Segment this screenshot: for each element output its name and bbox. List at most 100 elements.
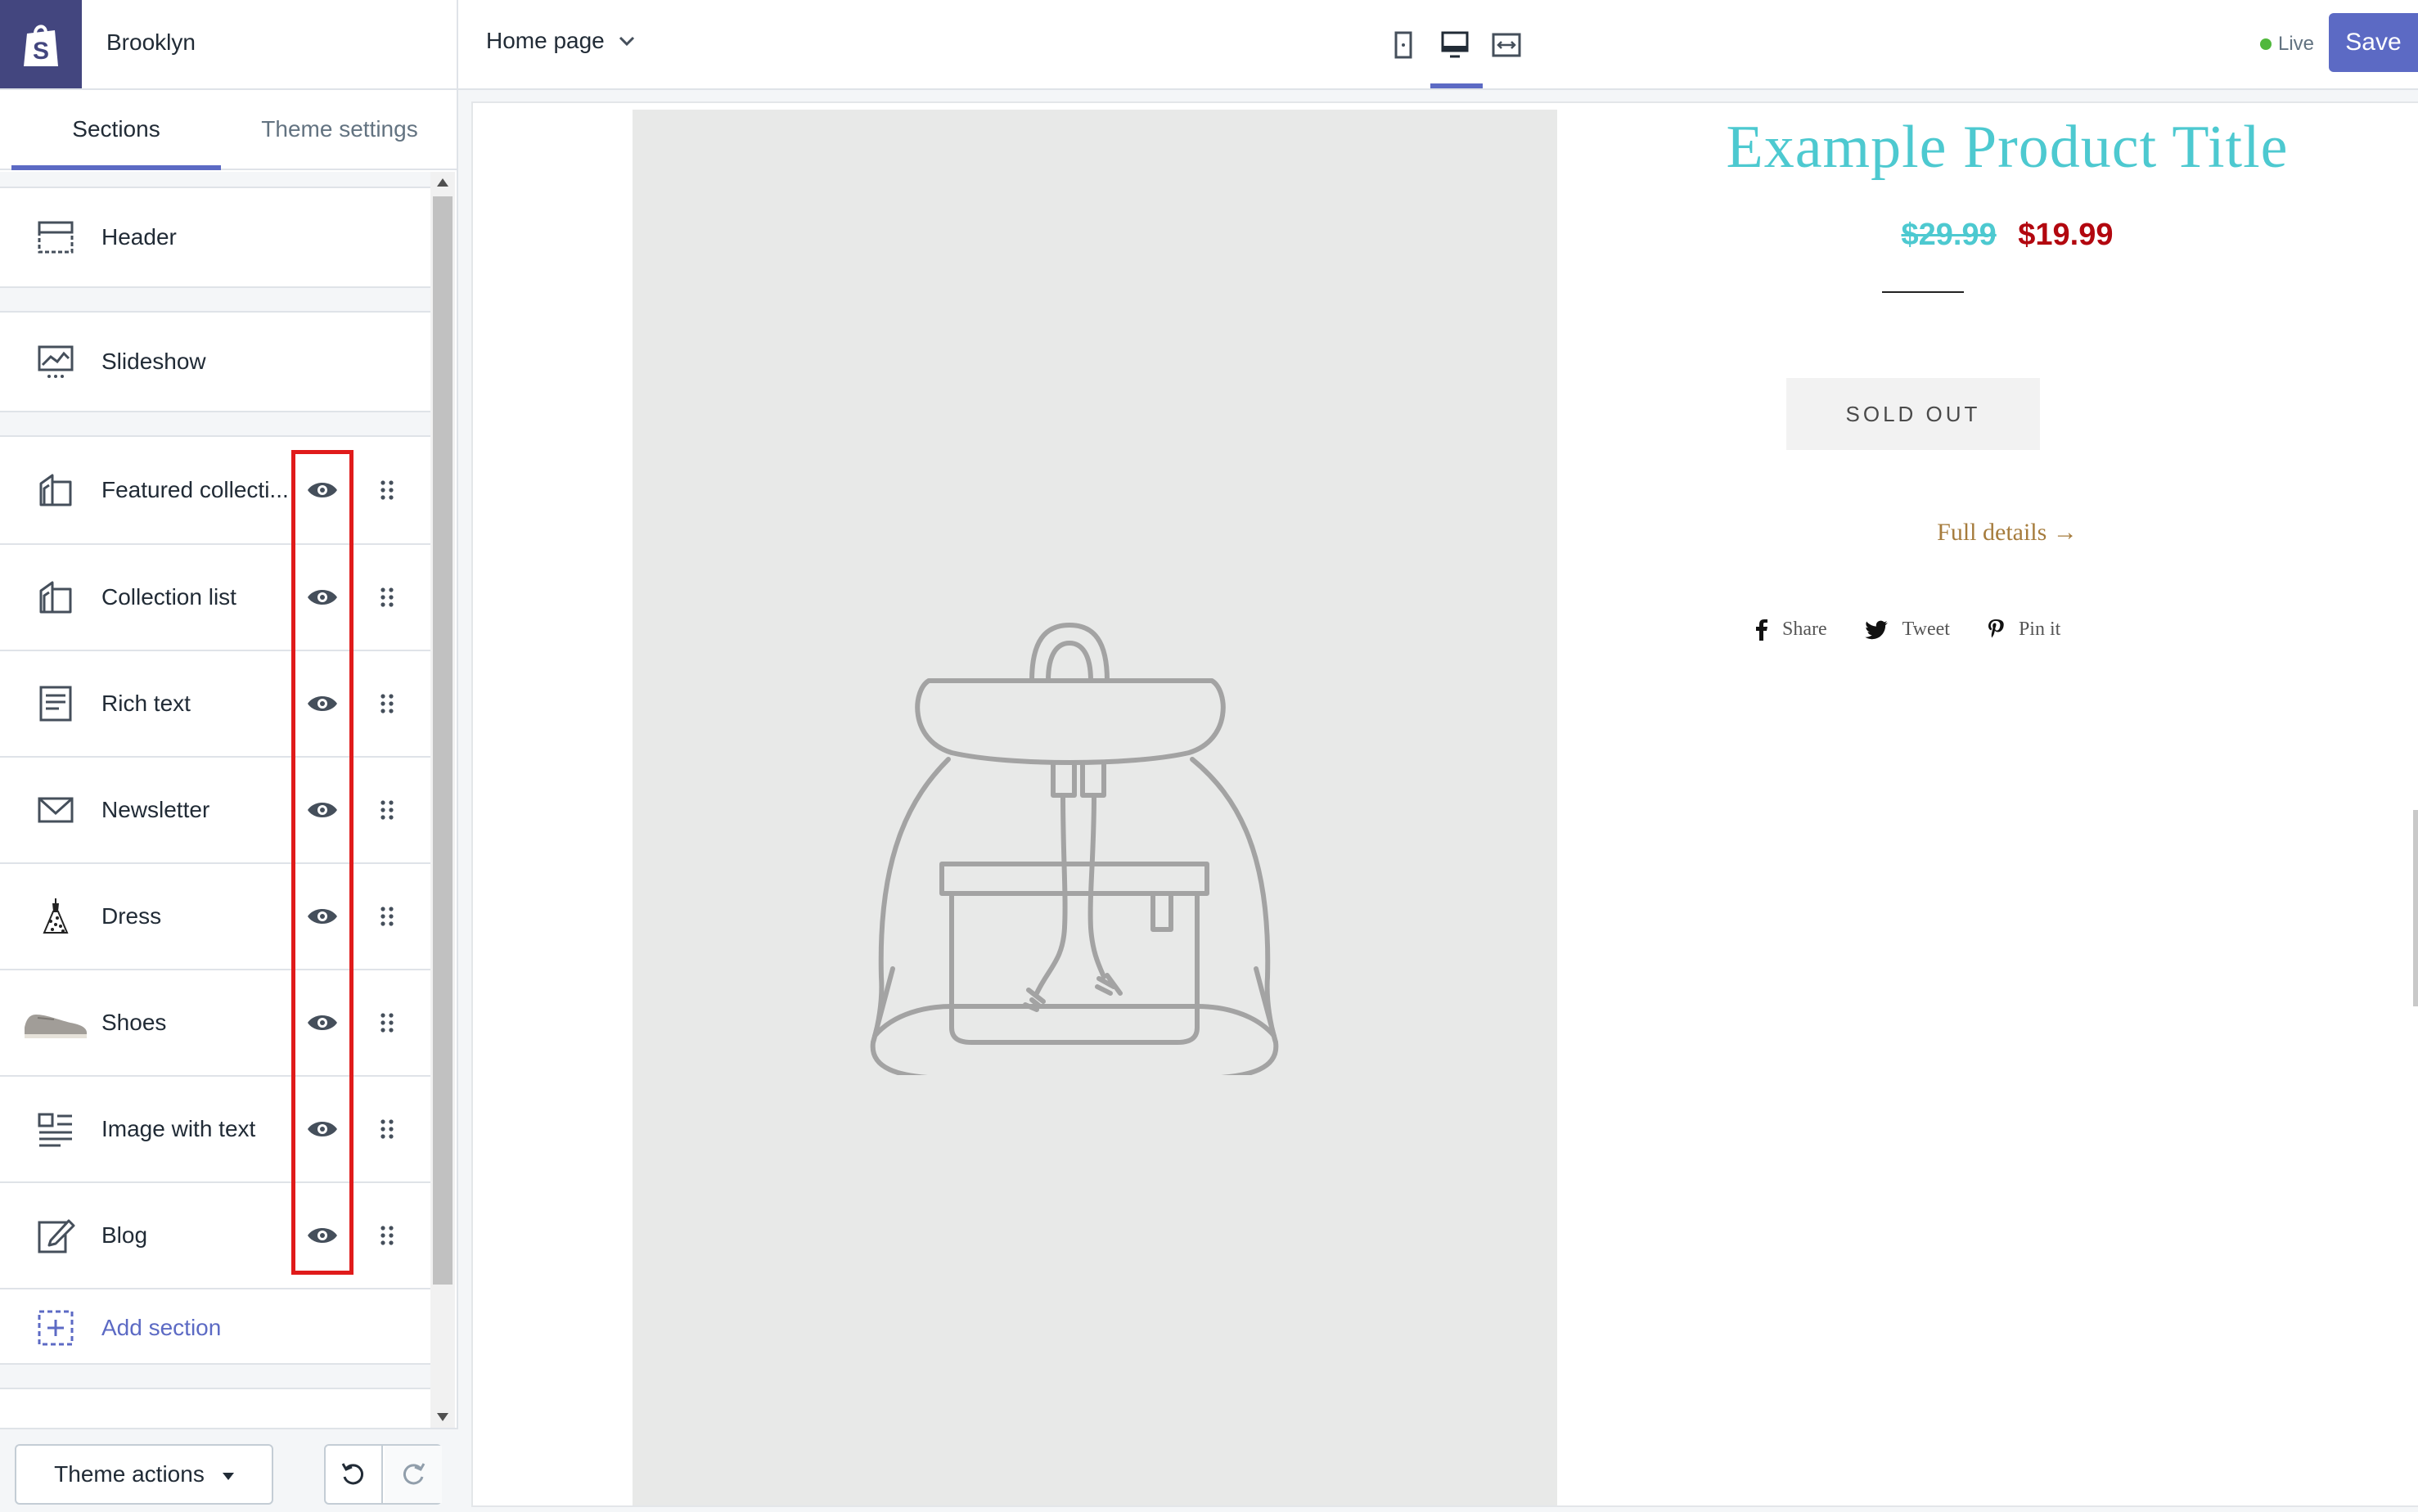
device-mobile-button[interactable] (1383, 25, 1424, 65)
section-row-shoes[interactable]: Shoes (0, 969, 430, 1075)
section-label: Slideshow (101, 349, 206, 374)
active-tab-indicator (11, 165, 221, 170)
scroll-thumb[interactable] (433, 196, 453, 1285)
visibility-eye-icon[interactable] (306, 479, 339, 502)
tab-sections[interactable]: Sections (11, 90, 221, 169)
visibility-eye-icon[interactable] (306, 905, 339, 928)
section-row-dress[interactable]: Dress (0, 862, 430, 969)
backpack-illustration (870, 623, 1279, 1075)
product-title: Example Product Title (1726, 114, 2289, 181)
header-group: Header (0, 187, 430, 288)
section-row-rich-text[interactable]: Rich text (0, 650, 430, 756)
section-label: Featured collecti... (101, 477, 289, 502)
drag-handle-icon[interactable] (378, 1012, 396, 1033)
sidebar-footer: Theme actions (0, 1428, 458, 1512)
svg-text:S: S (33, 38, 49, 65)
tweet-label: Tweet (1902, 619, 1950, 640)
add-section-button[interactable]: Add section (0, 1288, 430, 1366)
share-twitter-link[interactable]: Tweet (1864, 619, 1950, 641)
device-desktop-button[interactable] (1434, 25, 1475, 65)
section-row-image-with-text[interactable]: Image with text (0, 1075, 430, 1181)
brand-bar: S Brooklyn (0, 0, 458, 90)
blog-edit-icon (38, 1219, 75, 1253)
visibility-eye-icon[interactable] (306, 692, 339, 715)
section-label: Rich text (101, 691, 191, 716)
section-label: Dress (101, 903, 162, 929)
live-status: Live (2260, 33, 2314, 56)
sidebar-scrollbar[interactable] (430, 172, 455, 1428)
page-selector-label: Home page (486, 28, 605, 53)
image-text-icon (38, 1113, 72, 1147)
drag-handle-icon[interactable] (378, 693, 396, 714)
save-button[interactable]: Save (2329, 13, 2418, 72)
redo-button[interactable] (385, 1446, 442, 1503)
price-line: $29.99 $19.99 (1598, 218, 2416, 253)
caret-down-icon (222, 1472, 234, 1480)
theme-actions-button[interactable]: Theme actions (15, 1444, 273, 1505)
section-label: Collection list (101, 584, 236, 610)
section-label: Shoes (101, 1010, 167, 1035)
section-row-slideshow[interactable]: Slideshow (0, 313, 430, 411)
scroll-up-arrow[interactable] (437, 178, 448, 187)
visibility-eye-icon[interactable] (306, 586, 339, 609)
section-row-collection-list[interactable]: Collection list (0, 543, 430, 650)
visibility-eye-icon[interactable] (306, 799, 339, 821)
share-pinterest-link[interactable]: Pin it (1988, 619, 2060, 641)
dress-thumbnail (43, 898, 69, 934)
drag-handle-icon[interactable] (378, 799, 396, 821)
collection-icon (39, 474, 72, 506)
section-row-blog[interactable]: Blog (0, 1181, 430, 1288)
visibility-eye-icon[interactable] (306, 1224, 339, 1247)
footer-group (0, 1388, 430, 1428)
undo-button[interactable] (326, 1446, 383, 1503)
section-list: Header Slideshow Featured collecti... Co… (0, 172, 430, 1428)
visibility-eye-icon[interactable] (306, 1118, 339, 1141)
device-fullwidth-button[interactable] (1486, 25, 1527, 65)
twitter-icon (1864, 620, 1888, 639)
page-selector[interactable]: Home page (486, 28, 636, 54)
preview-scrollbar[interactable] (2413, 810, 2418, 1006)
tab-theme-settings[interactable]: Theme settings (221, 90, 458, 169)
slideshow-icon (38, 345, 74, 378)
live-dot-icon (2260, 38, 2272, 50)
store-name: Brooklyn (106, 29, 196, 55)
chevron-down-icon (619, 36, 634, 47)
compare-at-price: $29.99 (1901, 218, 1997, 252)
header-layout-icon (38, 221, 74, 254)
visibility-eye-icon[interactable] (306, 1011, 339, 1034)
section-row-header[interactable]: Header (0, 188, 430, 286)
fullwidth-icon (1492, 33, 1521, 57)
section-row-featured-collection[interactable]: Featured collecti... (0, 437, 430, 543)
sale-price: $19.99 (2018, 218, 2114, 252)
full-details-link[interactable]: Full details → (1598, 519, 2416, 547)
drag-handle-icon[interactable] (378, 1118, 396, 1140)
drag-handle-icon[interactable] (378, 587, 396, 608)
drag-handle-icon[interactable] (378, 479, 396, 501)
add-section-label: Add section (101, 1315, 222, 1340)
shoes-thumbnail (25, 1015, 87, 1038)
theme-actions-label: Theme actions (54, 1461, 205, 1487)
collection-icon (39, 581, 72, 614)
pinterest-icon (1988, 619, 2004, 637)
drag-handle-icon[interactable] (378, 906, 396, 927)
section-label: Header (101, 224, 177, 250)
shopify-bag-icon: S (24, 25, 58, 66)
pin-label: Pin it (2018, 619, 2061, 640)
section-label: Newsletter (101, 797, 210, 822)
drag-handle-icon[interactable] (378, 1225, 396, 1246)
section-row-newsletter[interactable]: Newsletter (0, 756, 430, 862)
shopify-logo[interactable]: S (0, 0, 82, 88)
price-divider (1882, 291, 1964, 293)
share-label: Share (1782, 619, 1827, 640)
section-label: Image with text (101, 1116, 256, 1141)
product-image[interactable] (633, 110, 1557, 1505)
envelope-icon (38, 797, 74, 823)
scroll-down-arrow[interactable] (437, 1413, 448, 1421)
desktop-icon (1441, 31, 1469, 58)
sold-out-button[interactable]: SOLD OUT (1786, 378, 2040, 450)
share-facebook-link[interactable]: Share (1756, 619, 1827, 641)
slideshow-group: Slideshow (0, 311, 430, 412)
active-device-indicator (1430, 83, 1483, 88)
social-share-links: Share Tweet Pin it (1756, 619, 2060, 641)
sidebar: S Brooklyn Sections Theme settings Heade… (0, 0, 458, 1512)
